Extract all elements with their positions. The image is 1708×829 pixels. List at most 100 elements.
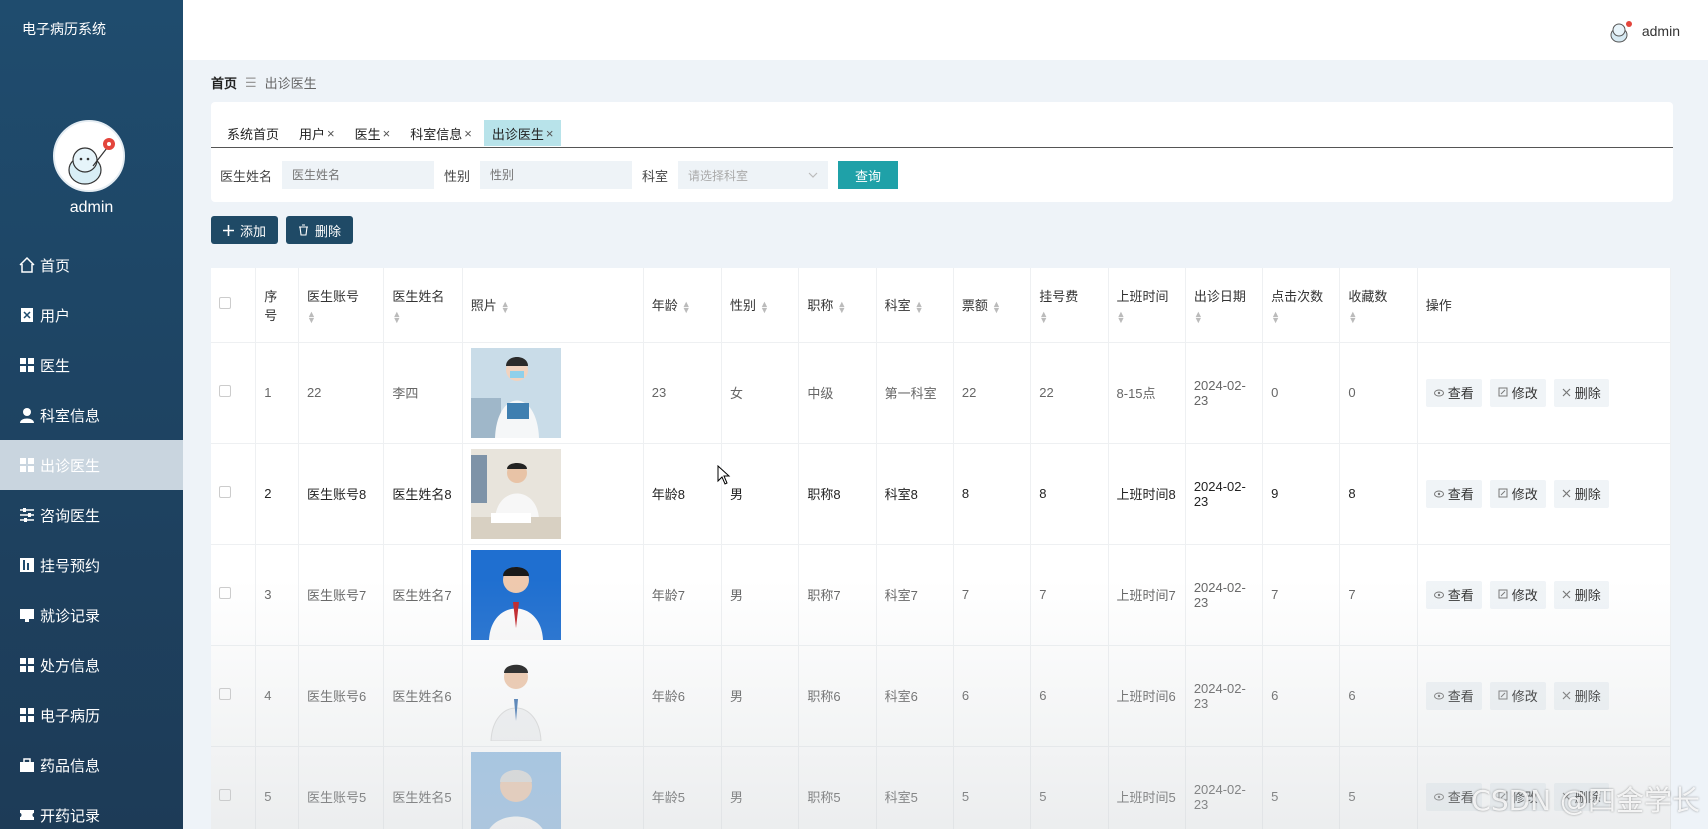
- cell-hours: 上班时间7: [1108, 544, 1186, 646]
- sidebar-item-10[interactable]: 药品信息: [0, 740, 183, 790]
- cell-text: 医生姓名7: [392, 588, 452, 603]
- doctor-photo[interactable]: [470, 650, 635, 741]
- tab-close-icon[interactable]: ×: [464, 126, 472, 141]
- row-checkbox[interactable]: [219, 385, 231, 397]
- column-header[interactable]: 票额 ▲ ▼: [953, 268, 1032, 343]
- sort-icon[interactable]: ▲ ▼: [760, 299, 769, 314]
- sidebar-username: admin: [69, 199, 114, 216]
- cell-text: 上班时间7: [1116, 588, 1176, 603]
- tab-3[interactable]: 科室信息 ×: [402, 120, 480, 146]
- row-edit-button[interactable]: 修改: [1489, 681, 1546, 710]
- tab-4[interactable]: 出诊医生 ×: [483, 120, 562, 146]
- sidebar-item-2[interactable]: 医生: [0, 340, 183, 390]
- column-header[interactable]: 出诊日期 ▲ ▼: [1185, 268, 1264, 343]
- row-view-button[interactable]: 查看: [1425, 378, 1482, 407]
- row-checkbox[interactable]: [219, 789, 231, 801]
- column-header[interactable]: 照片 ▲ ▼: [462, 268, 644, 343]
- sort-icon[interactable]: ▲ ▼: [1117, 310, 1177, 325]
- cell-text: 医生账号6: [306, 689, 367, 704]
- cell-text: 男: [730, 790, 744, 805]
- column-header[interactable]: 性别 ▲ ▼: [721, 268, 800, 343]
- row-view-button[interactable]: 查看: [1425, 681, 1482, 710]
- sidebar-item-11[interactable]: 开药记录: [0, 790, 183, 829]
- sort-icon[interactable]: ▲ ▼: [307, 310, 375, 325]
- gender-input[interactable]: [480, 161, 633, 189]
- row-view-button[interactable]: 查看: [1425, 580, 1482, 609]
- tab-close-icon[interactable]: ×: [327, 126, 335, 141]
- doctor-photo[interactable]: [470, 751, 635, 829]
- sidebar-item-3[interactable]: 科室信息: [0, 390, 183, 440]
- column-header[interactable]: 挂号费 ▲ ▼: [1030, 268, 1109, 343]
- sort-icon[interactable]: ▲ ▼: [1039, 310, 1099, 325]
- add-button[interactable]: 添加: [211, 216, 279, 244]
- dept-select[interactable]: 请选择科室: [678, 161, 829, 189]
- cell-text: 科室7: [884, 588, 918, 603]
- row-edit-button[interactable]: 修改: [1489, 580, 1546, 609]
- column-header[interactable]: 年龄 ▲ ▼: [643, 268, 723, 343]
- doctor-photo[interactable]: [470, 448, 635, 539]
- cell-text: 职称6: [807, 689, 841, 704]
- query-button[interactable]: 查询: [838, 161, 899, 189]
- row-view-button[interactable]: 查看: [1425, 479, 1482, 508]
- row-checkbox[interactable]: [219, 688, 231, 700]
- column-header[interactable]: 医生姓名 ▲ ▼: [383, 268, 463, 343]
- cell-operations: 查看 修改 删除: [1417, 443, 1671, 545]
- cell-text: 2024-02-23: [1193, 579, 1246, 610]
- tab-close-icon[interactable]: ×: [383, 126, 391, 141]
- cell-title: 职称7: [798, 544, 877, 646]
- sort-icon[interactable]: ▲ ▼: [392, 310, 453, 325]
- row-delete-button[interactable]: 删除: [1553, 378, 1609, 407]
- sidebar-item-8[interactable]: 处方信息: [0, 640, 183, 690]
- top-user-menu[interactable]: admin: [1608, 18, 1680, 44]
- cell-text: 6: [1348, 688, 1356, 703]
- row-edit-button[interactable]: 修改: [1489, 479, 1546, 508]
- doctor-photo[interactable]: [470, 549, 635, 640]
- row-delete-button[interactable]: 删除: [1553, 479, 1609, 508]
- breadcrumb-home[interactable]: 首页: [211, 73, 237, 92]
- sidebar-item-0[interactable]: 首页: [0, 240, 183, 290]
- sidebar-item-6[interactable]: 挂号预约: [0, 540, 183, 590]
- select-all-checkbox[interactable]: [219, 297, 231, 310]
- cell-text: 第一科室: [884, 386, 937, 401]
- tab-2[interactable]: 医生 ×: [347, 120, 399, 146]
- sidebar-item-1[interactable]: 用户: [0, 290, 183, 340]
- sidebar-item-4[interactable]: 出诊医生: [0, 440, 183, 490]
- sort-icon[interactable]: ▲ ▼: [682, 299, 691, 314]
- sidebar-item-9[interactable]: 电子病历: [0, 690, 183, 740]
- row-delete-button[interactable]: 删除: [1553, 580, 1609, 609]
- doctor-photo[interactable]: [470, 347, 635, 438]
- tab-0[interactable]: 系统首页: [219, 120, 287, 146]
- sort-icon[interactable]: ▲ ▼: [1271, 310, 1331, 325]
- sort-icon[interactable]: ▲ ▼: [501, 299, 510, 314]
- sort-icon[interactable]: ▲ ▼: [837, 299, 846, 314]
- sidebar-item-7[interactable]: 就诊记录: [0, 590, 183, 640]
- sort-icon[interactable]: ▲ ▼: [992, 299, 1001, 314]
- column-header[interactable]: 科室 ▲ ▼: [876, 268, 954, 343]
- sidebar-avatar[interactable]: [53, 120, 125, 192]
- batch-delete-button[interactable]: 删除: [286, 216, 354, 244]
- column-header[interactable]: 收藏数 ▲ ▼: [1339, 268, 1418, 343]
- sort-icon[interactable]: ▲ ▼: [1194, 310, 1254, 325]
- column-header-label: 科室: [884, 298, 911, 314]
- sidebar-item-5[interactable]: 咨询医生: [0, 490, 183, 540]
- add-button-label: 添加: [240, 223, 267, 239]
- row-checkbox[interactable]: [219, 587, 231, 599]
- column-header-label: 收藏数: [1348, 289, 1388, 305]
- cell-account: 医生账号5: [298, 746, 385, 829]
- column-header[interactable]: 点击次数 ▲ ▼: [1262, 268, 1341, 343]
- row-edit-button[interactable]: 修改: [1489, 378, 1546, 407]
- tab-close-icon[interactable]: ×: [546, 126, 554, 141]
- row-delete-button[interactable]: 删除: [1553, 681, 1609, 710]
- tab-1[interactable]: 用户 ×: [291, 120, 343, 146]
- row-op-label: 删除: [1574, 386, 1601, 401]
- cell-text: 女: [730, 386, 744, 401]
- sort-icon[interactable]: ▲ ▼: [915, 299, 924, 314]
- column-header[interactable]: 医生账号 ▲ ▼: [298, 268, 385, 343]
- close-icon: [1562, 688, 1571, 703]
- row-checkbox[interactable]: [219, 486, 231, 498]
- sort-icon[interactable]: ▲ ▼: [1348, 310, 1408, 325]
- doctor-name-input[interactable]: [282, 161, 435, 189]
- cell-name: 医生姓名8: [383, 443, 463, 545]
- column-header[interactable]: 职称 ▲ ▼: [798, 268, 877, 343]
- column-header[interactable]: 上班时间 ▲ ▼: [1108, 268, 1186, 343]
